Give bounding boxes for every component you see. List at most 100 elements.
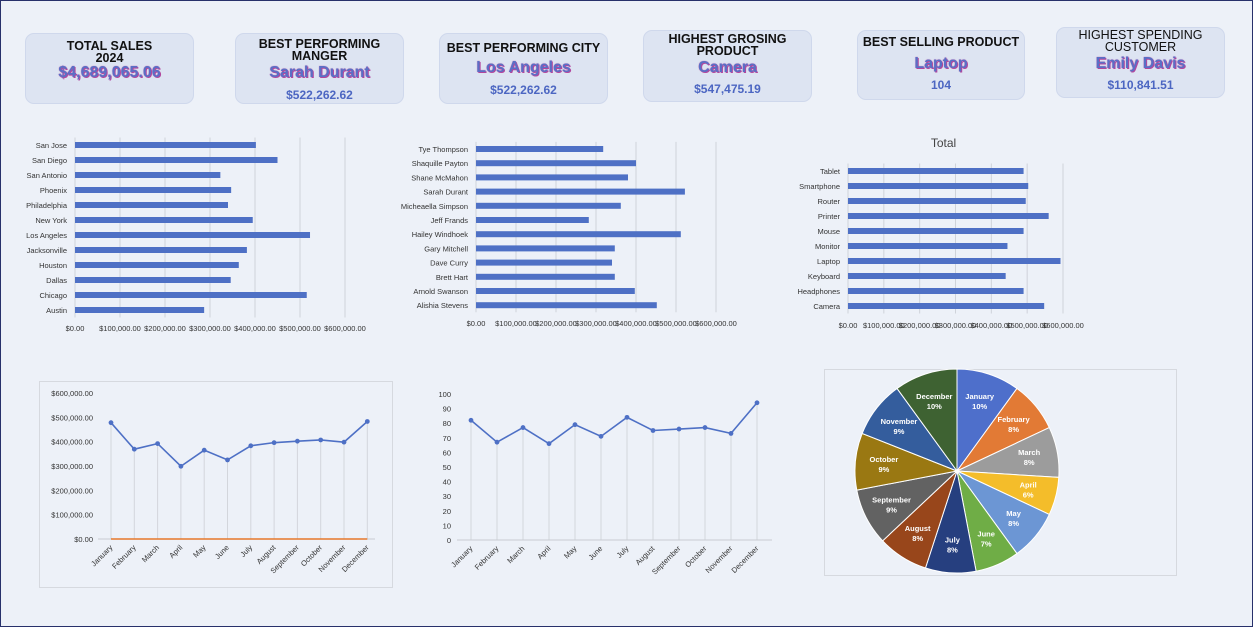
category-label: Jeff Frands: [431, 216, 469, 225]
category-label: Chicago: [39, 291, 67, 300]
category-label: Arnold Swanson: [413, 287, 468, 296]
x-tick-label: August: [634, 543, 658, 567]
y-tick-label: 0: [447, 536, 451, 545]
x-tick-label: July: [615, 544, 631, 560]
x-tick-label: June: [213, 543, 231, 561]
category-label: Dallas: [46, 276, 67, 285]
data-point: [624, 414, 630, 420]
bar: [848, 258, 1061, 264]
data-point: [341, 439, 347, 445]
slice-percent: 8%: [1024, 458, 1035, 467]
x-tick-label: $600,000.00: [324, 324, 366, 333]
x-tick-label: $300,000.00: [189, 324, 231, 333]
category-label: Monitor: [815, 242, 841, 251]
x-tick-label: October: [683, 544, 709, 570]
bar: [848, 213, 1049, 219]
x-tick-label: January: [449, 544, 474, 569]
category-label: San Jose: [36, 141, 67, 150]
category-label: San Antonio: [27, 171, 67, 180]
data-point: [546, 441, 552, 447]
x-tick-label: $100,000.00: [99, 324, 141, 333]
x-tick-label: September: [650, 544, 683, 577]
slice-percent: 9%: [894, 427, 905, 436]
x-tick-label: June: [587, 544, 605, 562]
data-point: [225, 457, 230, 463]
series-line: [110, 420, 368, 468]
slice-label: September: [872, 495, 911, 504]
bar: [848, 228, 1024, 234]
x-tick-label: April: [167, 543, 184, 560]
category-label: Dave Curry: [430, 259, 468, 268]
data-point: [271, 440, 277, 446]
data-point: [572, 422, 578, 428]
bar: [75, 217, 253, 223]
x-tick-label: $500,000.00: [655, 319, 697, 328]
slice-label: November: [881, 417, 918, 426]
x-tick-label: March: [140, 543, 161, 564]
bar: [476, 188, 685, 195]
charts-canvas: $0.00 $100,000.00 $200,000.00 $300,000.00 $4…: [26, 136, 1084, 577]
data-point: [676, 426, 682, 432]
category-label: Sarah Durant: [423, 188, 469, 197]
x-tick-label: $400,000.00: [234, 324, 276, 333]
slice-percent: 8%: [1008, 519, 1019, 528]
data-point: [364, 419, 370, 424]
y-tick-label: 100: [438, 390, 451, 399]
bar: [476, 217, 589, 223]
x-tick-label: July: [238, 543, 254, 559]
bar: [476, 160, 636, 167]
slice-percent: 8%: [1008, 425, 1019, 434]
category-label: Shane McMahon: [411, 173, 468, 182]
category-label: Micheaella Simpson: [401, 202, 468, 211]
y-tick-label: 60: [443, 448, 451, 457]
data-point: [295, 438, 300, 444]
data-point: [108, 420, 114, 426]
category-label: Phoenix: [40, 186, 67, 195]
bar: [75, 262, 239, 268]
bar: [75, 292, 307, 298]
bar: [476, 302, 657, 309]
category-label: Shaquille Payton: [412, 159, 468, 168]
bar: [848, 243, 1008, 249]
x-tick-label: February: [473, 544, 501, 572]
data-point: [650, 428, 656, 433]
category-label: Tye Thompson: [419, 145, 468, 154]
bar: [848, 183, 1029, 189]
y-tick-label: 20: [443, 507, 451, 516]
bar: [848, 168, 1024, 174]
x-tick-label: $500,000.00: [279, 324, 321, 333]
slice-percent: 10%: [927, 402, 942, 411]
bar: [476, 273, 615, 280]
category-label: Keyboard: [808, 272, 840, 281]
y-tick-label: 30: [443, 492, 451, 501]
data-point: [318, 437, 324, 443]
category-label: Laptop: [817, 257, 840, 266]
category-label: Printer: [818, 212, 841, 221]
bar: [848, 288, 1024, 294]
bar: [75, 187, 232, 193]
x-tick-label: March: [505, 544, 526, 565]
y-tick-label: 10: [443, 521, 451, 530]
category-label: Camera: [813, 302, 841, 311]
y-tick-label: $0.00: [74, 535, 93, 544]
y-tick-label: $400,000.00: [51, 438, 93, 447]
slice-label: May: [1006, 509, 1021, 518]
data-point: [201, 447, 207, 453]
bar: [476, 146, 604, 152]
x-tick-label: $600,000.00: [695, 319, 737, 328]
bar: [848, 198, 1026, 204]
x-tick-label: May: [562, 544, 579, 561]
slice-label: April: [1020, 480, 1037, 489]
y-tick-label: 40: [443, 478, 451, 487]
bar: [75, 247, 247, 253]
bar: [476, 231, 681, 238]
category-label: Austin: [46, 306, 67, 315]
slice-label: February: [998, 415, 1031, 424]
category-label: New York: [35, 216, 67, 225]
bar: [75, 307, 205, 313]
bar: [476, 245, 615, 252]
x-tick-label: $0.00: [839, 321, 858, 330]
x-tick-label: $400,000.00: [615, 319, 657, 328]
category-label: Smartphone: [799, 182, 840, 191]
series-line: [470, 402, 758, 445]
